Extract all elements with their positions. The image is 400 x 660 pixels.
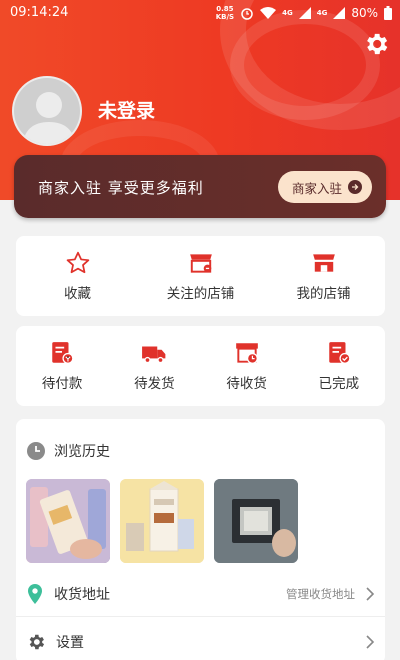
- completed-icon: [329, 342, 351, 364]
- arrow-right-icon: [348, 180, 362, 194]
- login-status[interactable]: 未登录: [98, 96, 155, 123]
- chevron-right-icon: [366, 586, 375, 601]
- history-item-image[interactable]: [26, 479, 110, 563]
- gear-icon: [29, 634, 45, 650]
- history-title: 浏览历史: [54, 444, 110, 460]
- history-card: 浏览历史 收货地址 管理收货地址 设置: [16, 419, 385, 660]
- delivery-truck-icon: [142, 346, 166, 364]
- settings-row[interactable]: 设置: [16, 619, 385, 660]
- battery-percent: 80%: [351, 6, 378, 20]
- history-item-image[interactable]: [120, 479, 204, 563]
- order-pending-shipment[interactable]: 待发货: [108, 326, 200, 406]
- merchant-join-button-label: 商家入驻: [291, 180, 342, 196]
- star-icon: [66, 251, 89, 274]
- order-pending-payment[interactable]: 待付款: [16, 326, 108, 406]
- battery-icon: [384, 6, 392, 20]
- merchant-banner-title: 商家入驻 享受更多福利: [38, 179, 204, 197]
- clock-icon: [27, 442, 45, 460]
- address-row[interactable]: 收货地址 管理收货地址: [16, 571, 385, 617]
- settings-label: 设置: [56, 635, 84, 651]
- shortcut-my-store[interactable]: 我的店铺: [262, 236, 385, 316]
- address-hint: 管理收货地址: [286, 586, 355, 601]
- alarm-icon: [241, 8, 253, 20]
- shortcut-card: 收藏 关注的店铺 我的店铺: [16, 236, 385, 316]
- status-bar: 09:14:24 0.85 KB/S 4G 4G 80%: [0, 0, 400, 26]
- signal1-icon: [298, 7, 311, 19]
- merchant-join-button[interactable]: 商家入驻: [277, 171, 372, 203]
- avatar[interactable]: [12, 76, 82, 146]
- signal2-icon: [333, 7, 346, 19]
- shortcut-favorites[interactable]: 收藏: [16, 236, 139, 316]
- history-item-image[interactable]: [214, 479, 298, 563]
- pending-payment-icon: [52, 342, 74, 364]
- store-icon: [312, 254, 335, 272]
- history-thumbnails: [26, 479, 298, 563]
- network-speed: 0.85 KB/S: [215, 5, 235, 21]
- chevron-right-icon: [366, 635, 375, 649]
- history-header: 浏览历史: [26, 441, 110, 461]
- order-status-card: 待付款 待发货 待收货 已完成: [16, 326, 385, 406]
- location-pin-icon: [28, 583, 42, 604]
- followed-store-icon: [189, 254, 212, 273]
- shortcut-followed-stores[interactable]: 关注的店铺: [139, 236, 262, 316]
- settings-gear-icon[interactable]: [362, 30, 390, 58]
- sim2-label: 4G: [316, 9, 328, 17]
- merchant-banner[interactable]: 商家入驻 享受更多福利 商家入驻: [14, 155, 386, 218]
- order-completed[interactable]: 已完成: [293, 326, 385, 406]
- order-pending-receipt[interactable]: 待收货: [201, 326, 293, 406]
- address-label: 收货地址: [54, 586, 110, 603]
- pending-receipt-icon: [235, 343, 258, 364]
- sim1-label: 4G: [282, 9, 293, 17]
- status-time: 09:14:24: [10, 5, 69, 20]
- wifi-icon: [260, 7, 277, 19]
